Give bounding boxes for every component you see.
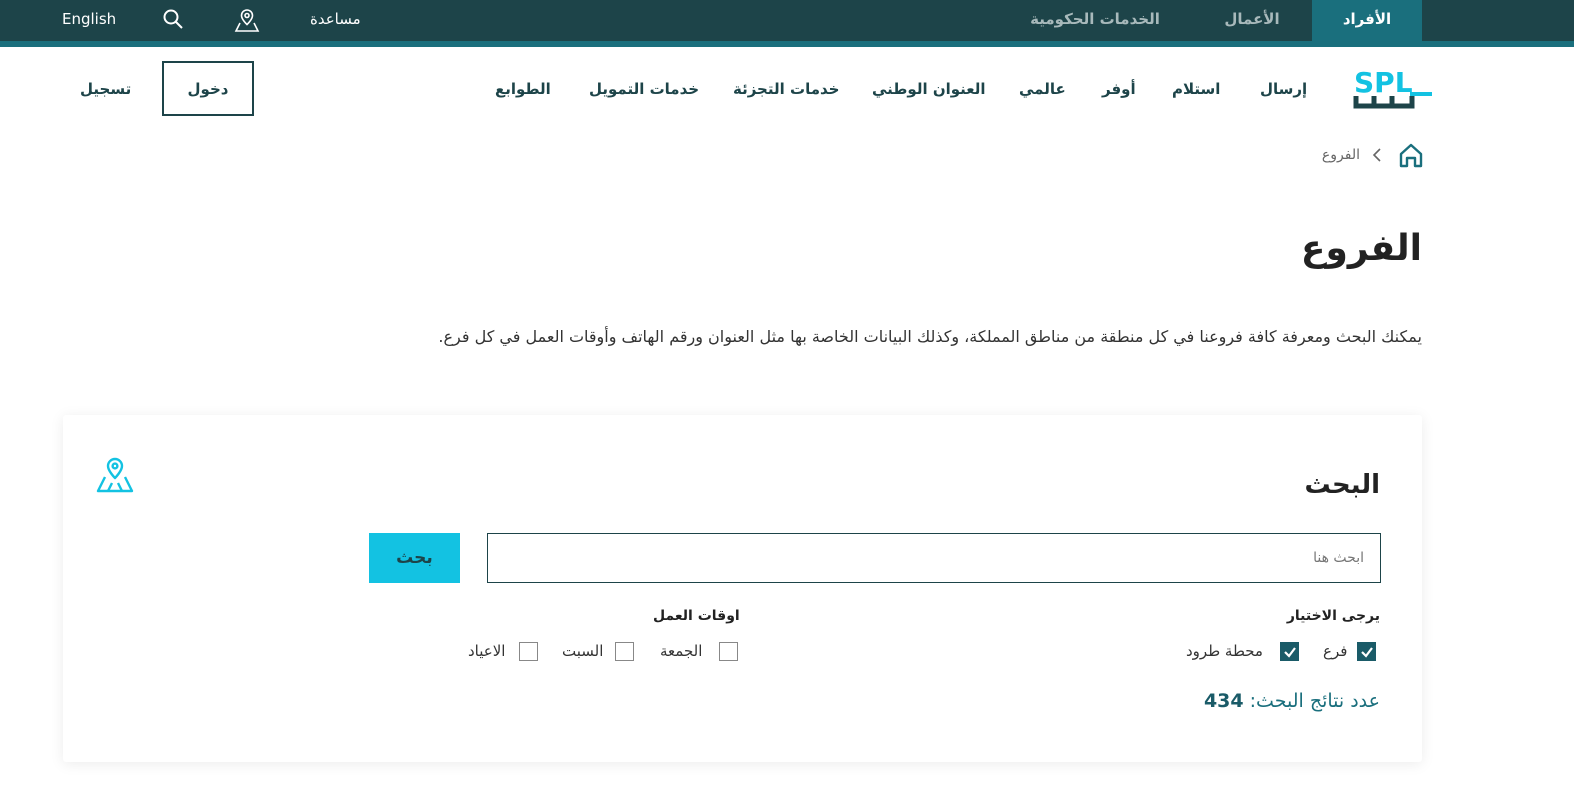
results-label: عدد نتائج البحث: [1249,690,1380,712]
login-button[interactable]: دخول [162,61,254,116]
page-title: الفروع [1300,228,1422,269]
results-summary: عدد نتائج البحث: 434 [1204,687,1380,715]
nav-national-address[interactable]: العنوان الوطني [872,76,986,102]
search-icon[interactable] [161,7,187,33]
search-input[interactable] [487,533,1381,583]
type-group-label: يرجى الاختيار [1286,608,1380,624]
checkbox-holidays[interactable] [519,642,538,661]
tab-individuals[interactable]: الأفراد [1312,0,1422,41]
nav-retail-services[interactable]: خدمات التجزئة [733,76,839,102]
nav-receive[interactable]: استلام [1172,76,1220,102]
checkbox-friday-label: الجمعة [660,642,703,660]
checkbox-holidays-label: الاعياد [468,642,506,660]
home-icon[interactable] [1397,141,1425,169]
map-pin-icon[interactable] [93,455,137,497]
checkbox-branch[interactable] [1357,642,1376,661]
register-link[interactable]: تسجيل [80,76,131,102]
results-count: 434 [1203,690,1244,712]
spl-logo[interactable]: SPL [1352,66,1434,112]
search-button[interactable]: بحث [369,533,460,583]
nav-send[interactable]: إرسال [1260,76,1307,102]
chevron-left-icon [1370,146,1384,164]
top-bar-accent [0,41,1574,47]
breadcrumb-current: الفروع [1321,147,1360,163]
help-link[interactable]: مساعدة [310,0,361,38]
nav-international[interactable]: عالمي [1019,76,1066,102]
search-title: البحث [1304,470,1380,500]
language-switch[interactable]: English [62,0,116,38]
hours-group-label: اوقات العمل [653,608,740,624]
checkbox-saturday-label: السبت [562,642,604,660]
checkbox-saturday[interactable] [615,642,634,661]
checkbox-friday[interactable] [719,642,738,661]
page-intro: يمكنك البحث ومعرفة كافة فروعنا في كل منط… [438,327,1422,346]
checkbox-parcel-station-label: محطة طرود [1186,642,1263,660]
logo-text: SPL [1354,66,1413,99]
tab-government-services[interactable]: الخدمات الحكومية [1020,0,1170,41]
checkbox-parcel-station[interactable] [1280,642,1299,661]
search-card: البحث بحث يرجى الاختيار فرع محطة طرود او… [63,415,1422,762]
nav-stamps[interactable]: الطوابع [495,76,551,102]
location-map-icon[interactable] [234,7,260,33]
checkbox-branch-label: فرع [1323,642,1348,660]
nav-financing-services[interactable]: خدمات التمويل [589,76,699,102]
tab-business[interactable]: الأعمال [1212,0,1292,41]
nav-offer[interactable]: أوفر [1102,76,1136,102]
